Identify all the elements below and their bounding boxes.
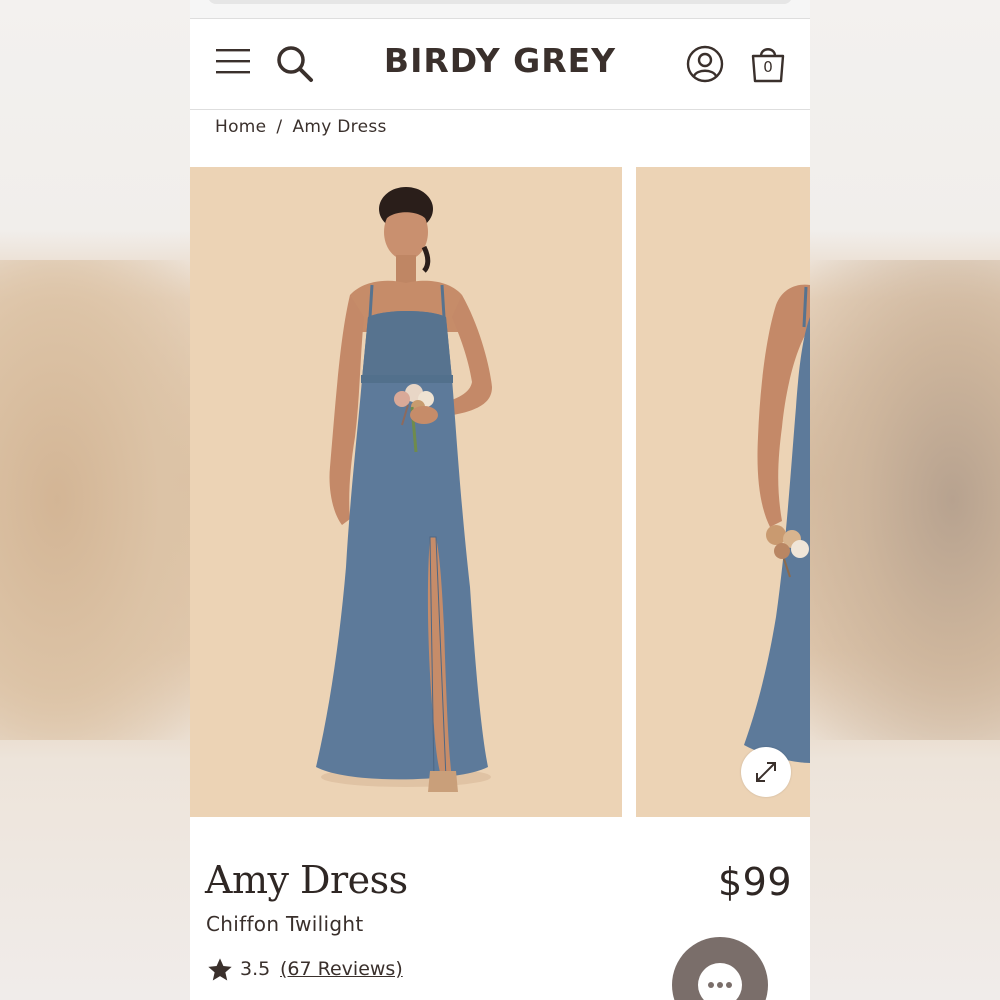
phone-screen: BIRDY GREY 0 Home / Amy Dress Amy Dress …: [190, 0, 810, 1000]
browser-top-strip: [190, 0, 810, 18]
product-price: $99: [717, 860, 792, 904]
product-photo-side[interactable]: [636, 167, 810, 817]
search-icon[interactable]: [276, 45, 314, 83]
backdrop-blur-right: [810, 260, 1000, 740]
cart-count: 0: [763, 58, 773, 76]
product-title: Amy Dress: [205, 858, 408, 902]
star-icon: [206, 956, 234, 984]
expand-icon[interactable]: [741, 747, 791, 797]
product-variant: Chiffon Twilight: [206, 912, 364, 936]
shopping-bag-icon[interactable]: 0: [750, 44, 786, 84]
breadcrumb-separator: /: [276, 117, 283, 137]
browser-url-bar[interactable]: [208, 0, 792, 4]
account-icon[interactable]: [686, 45, 724, 83]
chat-icon[interactable]: [672, 937, 768, 1000]
product-photo-front[interactable]: [190, 167, 622, 817]
rating-value: 3.5: [240, 958, 271, 980]
breadcrumb: Home / Amy Dress: [215, 117, 387, 137]
reviews-link[interactable]: (67 Reviews): [280, 958, 403, 980]
site-header: BIRDY GREY 0: [190, 18, 810, 110]
menu-icon[interactable]: [216, 47, 250, 75]
backdrop-blur-left: [0, 260, 190, 740]
product-gallery[interactable]: [190, 167, 810, 817]
breadcrumb-current: Amy Dress: [292, 117, 387, 137]
brand-logo[interactable]: BIRDY GREY: [350, 41, 650, 80]
breadcrumb-home-link[interactable]: Home: [215, 117, 266, 137]
